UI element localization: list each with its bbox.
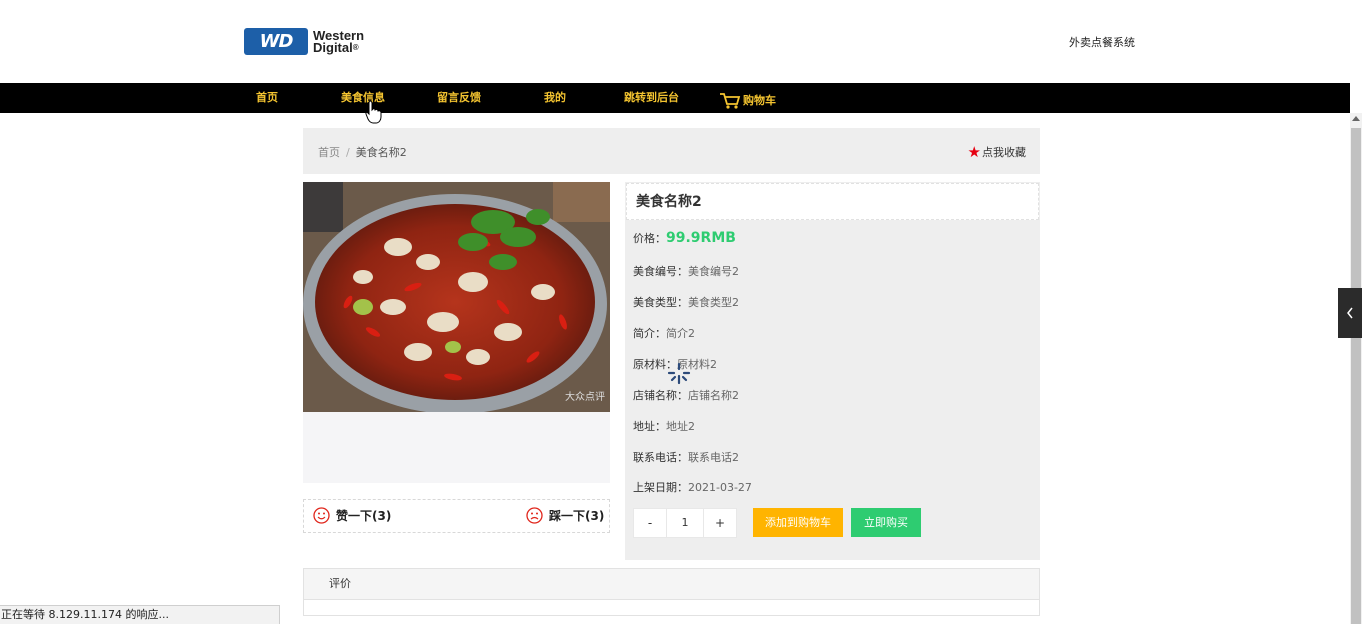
comments-section: 评价 bbox=[303, 568, 1040, 616]
price-label: 价格： bbox=[633, 232, 666, 245]
breadcrumb-home[interactable]: 首页 bbox=[318, 146, 340, 159]
side-panel-toggle[interactable] bbox=[1338, 288, 1362, 338]
breadcrumb-separator: / bbox=[346, 146, 350, 159]
favorite-button[interactable]: ★ 点我收藏 bbox=[968, 144, 1026, 160]
comments-title[interactable]: 评价 bbox=[304, 569, 1039, 600]
detail-row: 美食类型：美食类型2 bbox=[633, 294, 739, 310]
western-digital-logo[interactable]: WD Western Digital® bbox=[244, 28, 364, 55]
star-icon: ★ bbox=[967, 143, 981, 161]
breadcrumb-bar: 首页 / 美食名称2 ★ 点我收藏 bbox=[303, 128, 1040, 174]
like-button[interactable]: 赞一下(3) bbox=[313, 507, 391, 524]
detail-row: 简介：简介2 bbox=[633, 325, 695, 341]
browser-status-bar: 正在等待 8.129.11.174 的响应... bbox=[0, 605, 280, 624]
loading-spinner-icon bbox=[667, 362, 691, 385]
detail-key: 地址： bbox=[633, 420, 666, 433]
add-to-cart-button[interactable]: 添加到购物车 bbox=[753, 508, 843, 537]
nav-cart-label: 购物车 bbox=[743, 94, 776, 107]
detail-row: 上架日期：2021-03-27 bbox=[633, 479, 752, 495]
detail-value: 美食类型2 bbox=[688, 296, 739, 309]
hand-cursor-icon bbox=[365, 100, 382, 124]
scroll-up-arrow-icon[interactable] bbox=[1352, 116, 1360, 121]
scrollbar-thumb[interactable] bbox=[1351, 128, 1361, 624]
favorite-label: 点我收藏 bbox=[982, 146, 1026, 159]
detail-value: 地址2 bbox=[666, 420, 695, 433]
frown-icon bbox=[526, 507, 543, 524]
detail-value: 2021-03-27 bbox=[688, 481, 752, 494]
food-image-box: 大众点评 bbox=[303, 182, 610, 483]
buy-now-button[interactable]: 立即购买 bbox=[851, 508, 921, 537]
breadcrumb: 首页 / 美食名称2 bbox=[318, 144, 407, 160]
breadcrumb-current: 美食名称2 bbox=[355, 146, 407, 159]
detail-row: 地址：地址2 bbox=[633, 418, 695, 434]
nav-item-feedback[interactable]: 留言反馈 bbox=[437, 83, 481, 113]
smile-icon bbox=[313, 507, 330, 524]
logo-badge: WD bbox=[244, 28, 308, 55]
detail-key: 上架日期： bbox=[633, 481, 688, 494]
price-value: 99.9RMB bbox=[666, 230, 736, 246]
nav-item-cart[interactable]: 购物车 bbox=[719, 86, 776, 116]
site-header: WD Western Digital® 外卖点餐系统 bbox=[0, 0, 1350, 83]
dislike-label: 踩一下(3) bbox=[549, 509, 605, 523]
shopping-cart-icon bbox=[720, 93, 741, 109]
detail-key: 店铺名称： bbox=[633, 389, 688, 402]
quantity-input[interactable]: 1 bbox=[667, 508, 703, 538]
logo-text: Western Digital® bbox=[313, 29, 364, 55]
price-row: 价格：99.9RMB bbox=[633, 230, 736, 246]
detail-value: 联系电话2 bbox=[688, 451, 739, 464]
chevron-left-icon bbox=[1347, 307, 1353, 319]
quantity-stepper: - 1 + bbox=[633, 508, 737, 538]
like-row: 赞一下(3) 踩一下(3) bbox=[303, 499, 610, 533]
detail-key: 美食类型： bbox=[633, 296, 688, 309]
detail-value: 美食编号2 bbox=[688, 265, 739, 278]
food-image: 大众点评 bbox=[303, 182, 610, 412]
nav-item-mine[interactable]: 我的 bbox=[544, 83, 566, 113]
quantity-minus-button[interactable]: - bbox=[633, 508, 667, 538]
detail-row: 联系电话：联系电话2 bbox=[633, 449, 739, 465]
nav-item-admin[interactable]: 跳转到后台 bbox=[624, 83, 679, 113]
detail-key: 联系电话： bbox=[633, 451, 688, 464]
site-title: 外卖点餐系统 bbox=[1069, 36, 1135, 49]
detail-value: 店铺名称2 bbox=[688, 389, 739, 402]
quantity-plus-button[interactable]: + bbox=[703, 508, 737, 538]
detail-row: 美食编号：美食编号2 bbox=[633, 263, 739, 279]
detail-key: 简介： bbox=[633, 327, 666, 340]
logo-line-2: Digital bbox=[313, 39, 353, 55]
detail-row: 店铺名称：店铺名称2 bbox=[633, 387, 739, 403]
detail-value: 简介2 bbox=[666, 327, 695, 340]
food-name: 美食名称2 bbox=[626, 183, 1039, 220]
image-watermark: 大众点评 bbox=[565, 390, 605, 403]
logo-registered: ® bbox=[352, 42, 359, 52]
dislike-button[interactable]: 踩一下(3) bbox=[526, 507, 604, 524]
nav-item-home[interactable]: 首页 bbox=[256, 83, 278, 113]
like-label: 赞一下(3) bbox=[336, 509, 392, 523]
main-nav: 首页 美食信息 留言反馈 我的 跳转到后台 购物车 bbox=[0, 83, 1350, 113]
detail-key: 美食编号： bbox=[633, 265, 688, 278]
